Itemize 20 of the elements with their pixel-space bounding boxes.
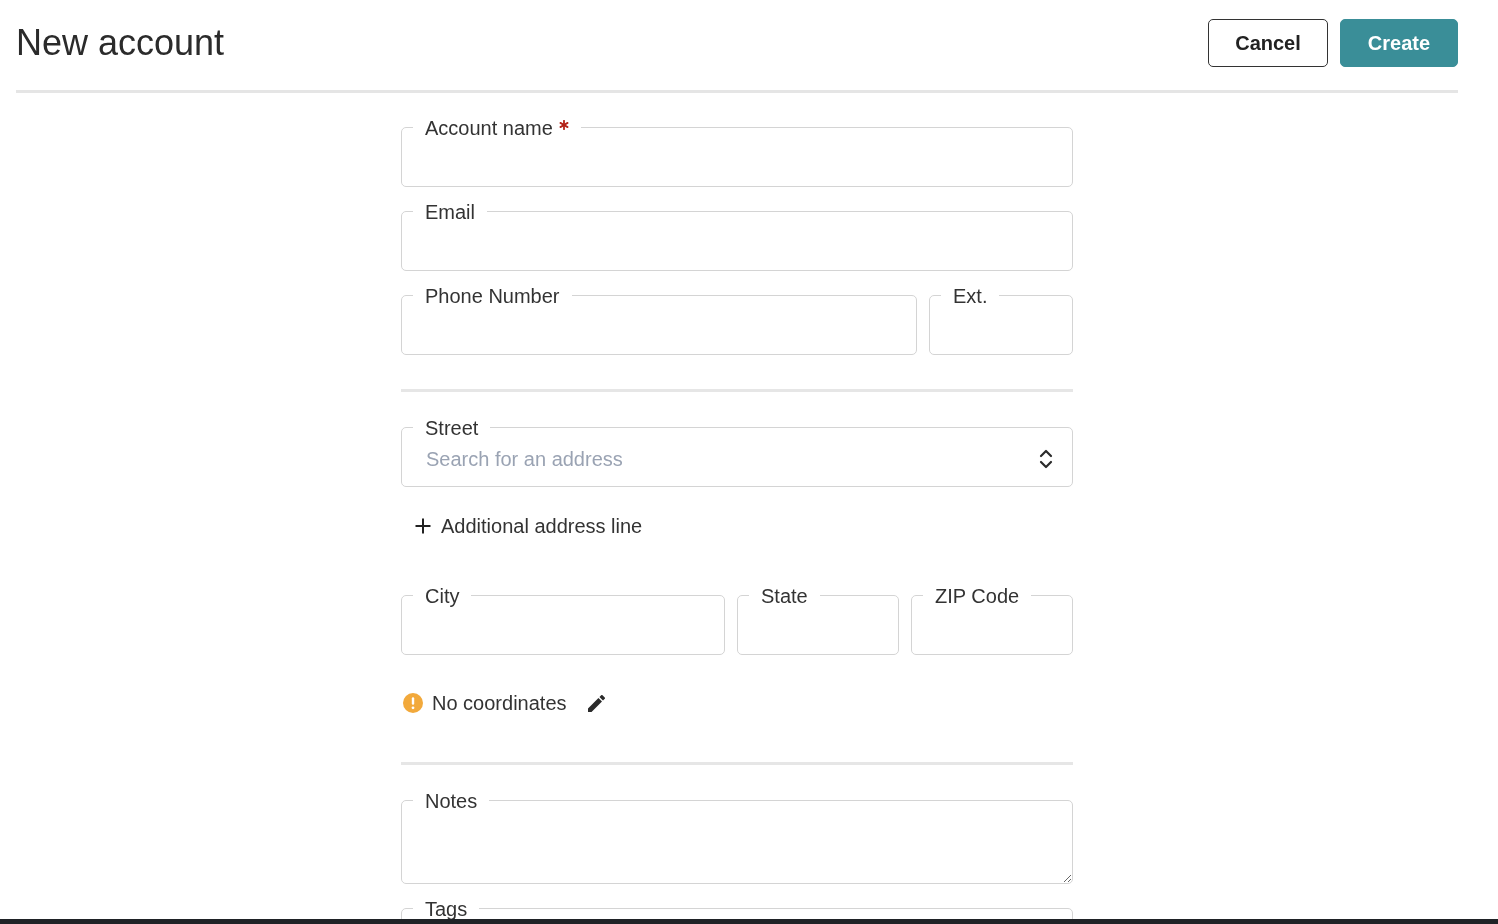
add-address-line-button[interactable]: Additional address line [401,506,657,546]
pencil-icon [587,694,605,712]
cancel-button[interactable]: Cancel [1208,19,1328,67]
coordinates-status-text: No coordinates [432,691,567,716]
field-label: Street [425,418,479,438]
field-label: Notes [425,791,478,811]
field-label: Account name [425,118,553,138]
field-label: Email [425,202,475,222]
create-button[interactable]: Create [1340,19,1458,67]
warning-icon [403,693,423,713]
search-input[interactable]: Search for an address [402,440,1039,486]
plus-icon [415,518,431,534]
field-label: State [761,586,808,606]
page-title: New account [16,21,225,65]
field-label: ZIP Code [935,586,1020,606]
chevrons-up-down-icon [1039,449,1053,469]
field-label: Phone Number [425,286,560,306]
edit-coordinates-button[interactable] [585,692,607,714]
field-label: Ext. [953,286,988,306]
field-label: City [425,586,460,606]
